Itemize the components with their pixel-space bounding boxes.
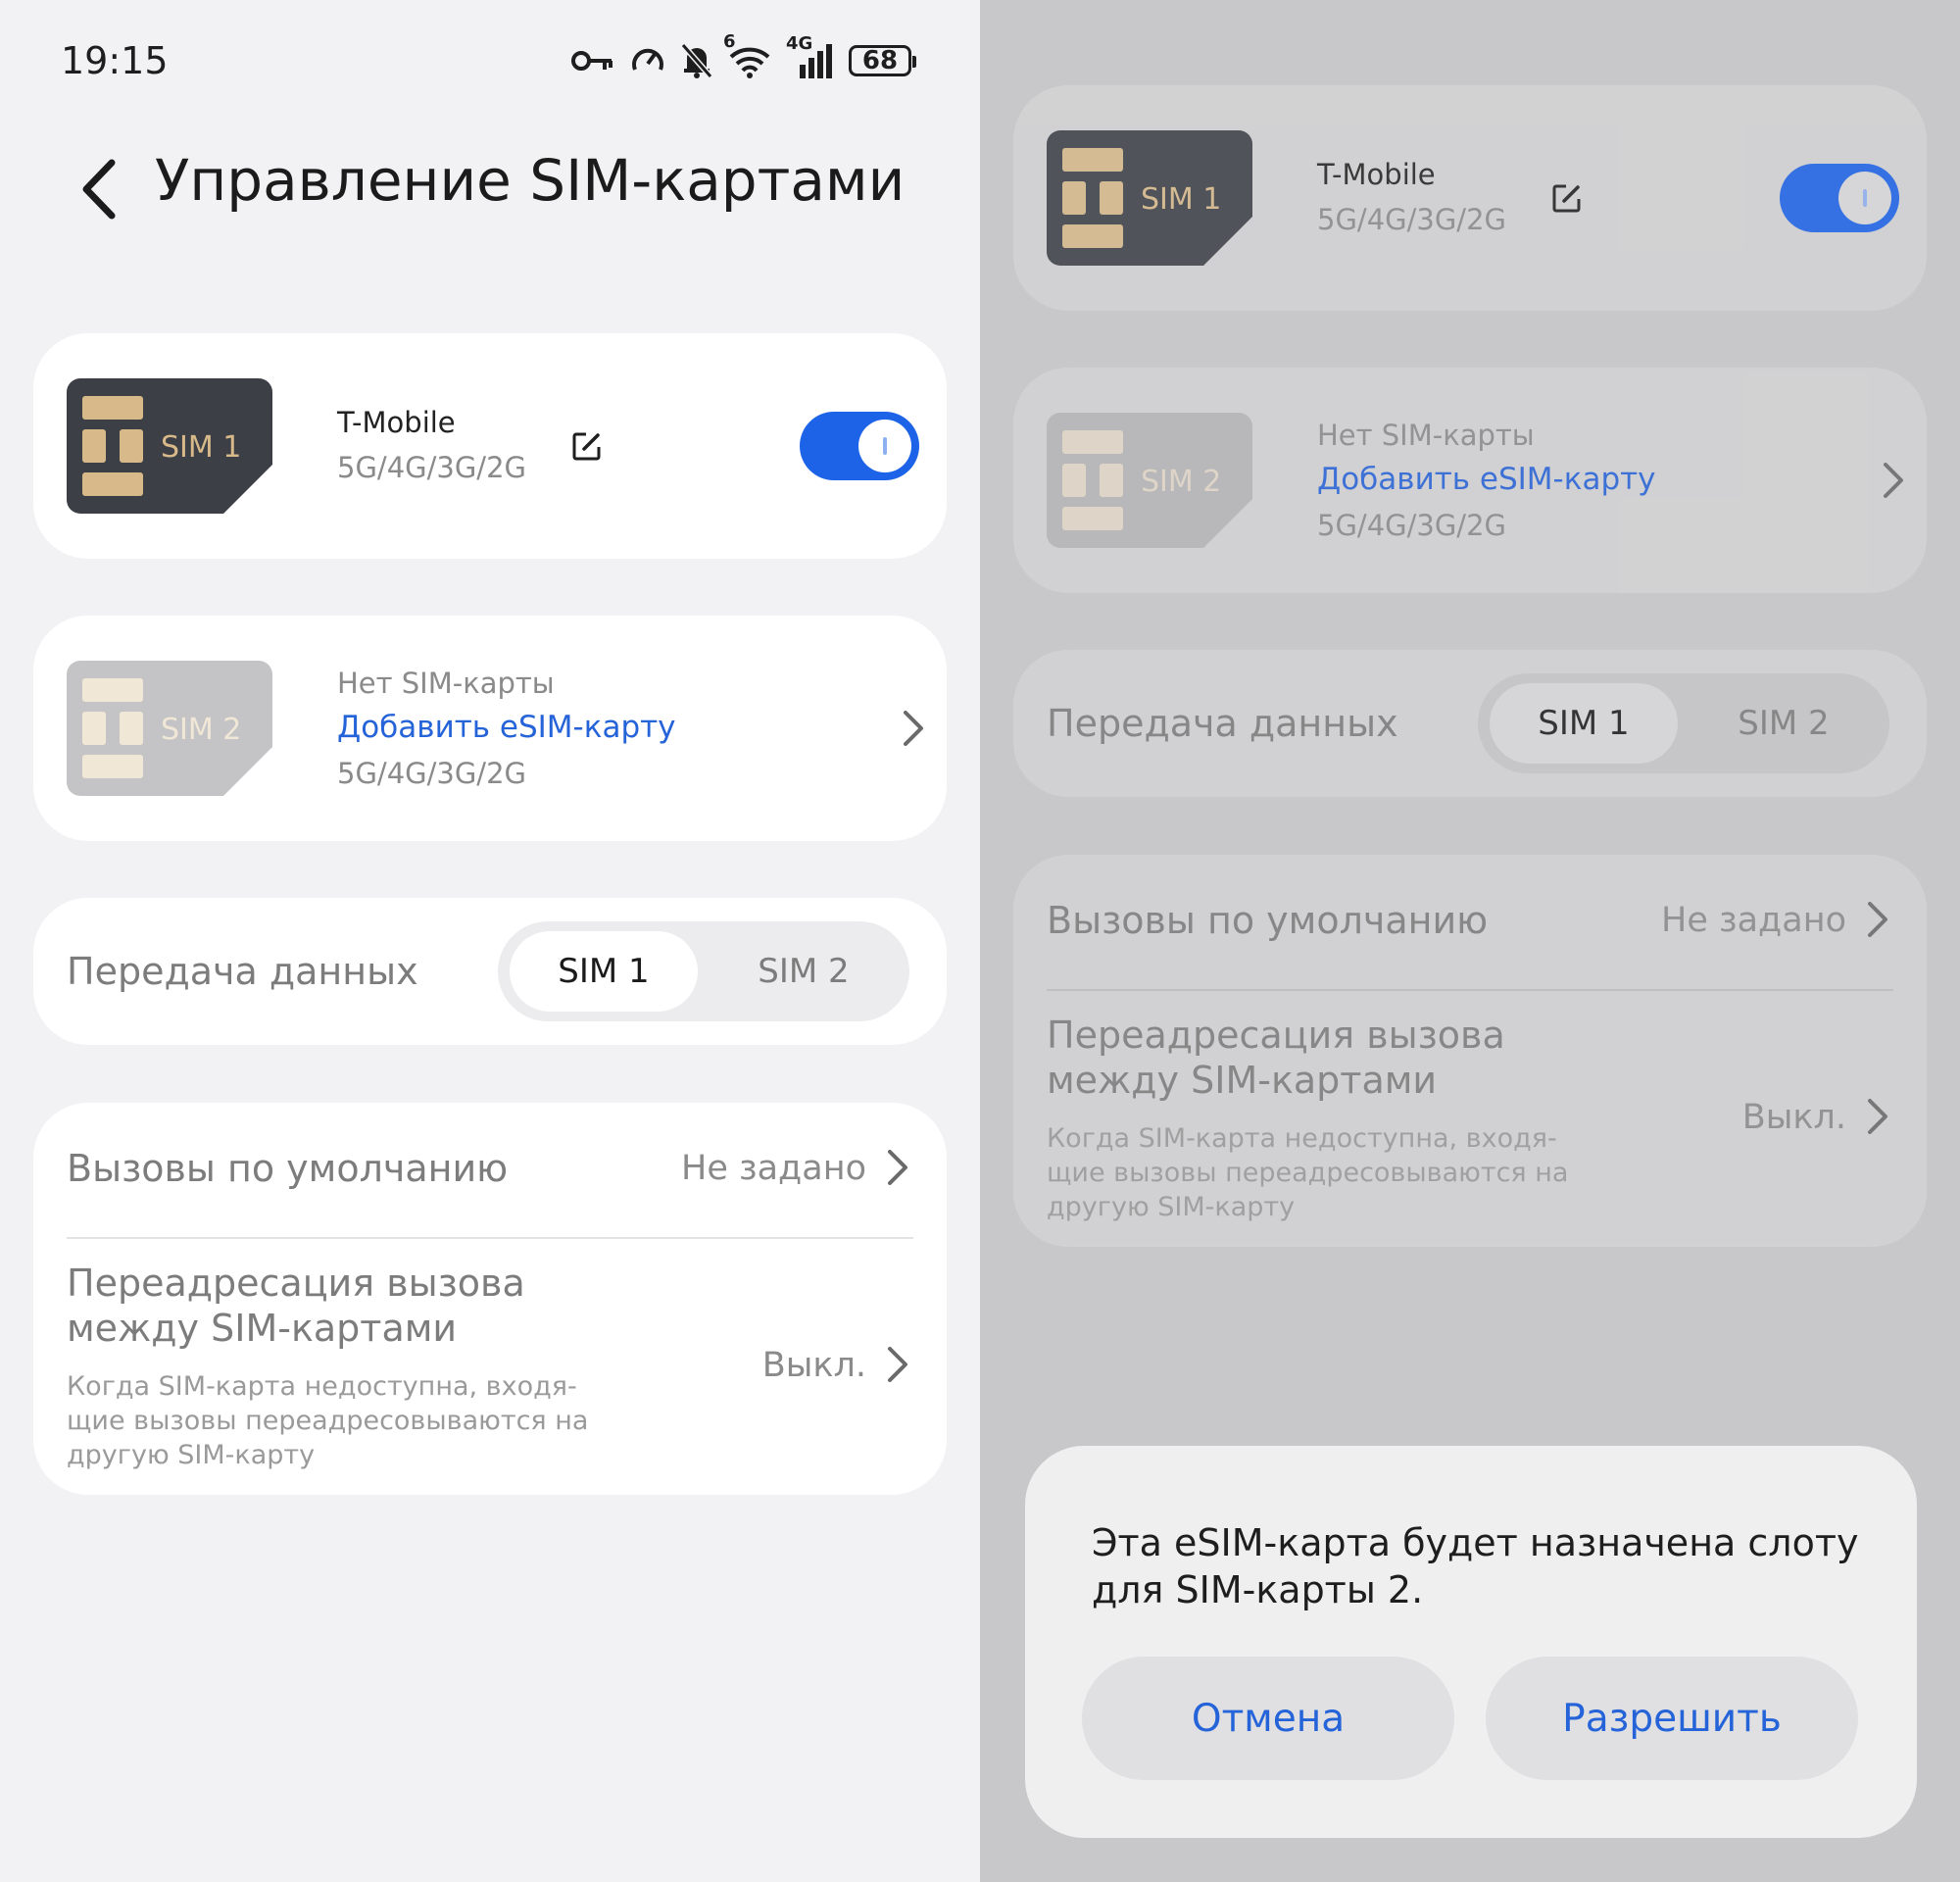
cell-signal-icon: 4G <box>786 33 835 80</box>
data-sim-segmented: SIM 1 SIM 2 <box>1478 673 1889 773</box>
sim2-card: SIM 2 Нет SIM-карты Добавить eSIM-карту … <box>1013 368 1927 593</box>
divider <box>67 1237 913 1239</box>
dialog-message-line-2: для SIM-карты 2. <box>1092 1568 1424 1611</box>
bell-off-icon <box>680 43 713 78</box>
call-forwarding-desc-1: Когда SIM-карта недоступна, входя- <box>1047 1123 1557 1154</box>
screen-content: 19:15 6 4G 68 Управление SIM-картами SIM… <box>0 0 980 1882</box>
cancel-button[interactable]: Отмена <box>1082 1657 1454 1780</box>
chevron-right-icon <box>1884 463 1903 498</box>
sim2-networks: 5G/4G/3G/2G <box>337 757 527 790</box>
sim2-chip: SIM 2 <box>1047 413 1252 548</box>
chevron-right-icon <box>1868 1099 1887 1134</box>
sim1-card: SIM 1 T-Mobile 5G/4G/3G/2G <box>1013 85 1927 311</box>
call-forwarding-desc-3: другую SIM-карту <box>67 1440 316 1470</box>
sim-management-dialog-screen: SIM 1 T-Mobile 5G/4G/3G/2G SIM 2 Нет SIM… <box>980 0 1960 1882</box>
default-calls-label: Вызовы по умолчанию <box>67 1147 509 1190</box>
wifi-icon: 6 <box>723 31 772 80</box>
default-calls-value: Не задано <box>681 1149 866 1188</box>
data-transfer-label: Передача данных <box>67 950 418 993</box>
sim1-toggle <box>1780 164 1899 232</box>
sim2-networks: 5G/4G/3G/2G <box>1317 509 1507 542</box>
dialog-message: Эта eSIM-карта будет назначена слоту для… <box>1092 1519 1866 1613</box>
call-forwarding-desc-2: щие вызовы переадресовываются на <box>67 1406 589 1436</box>
back-arrow-icon[interactable] <box>74 155 123 223</box>
sim1-carrier: T-Mobile <box>1317 158 1436 191</box>
sim2-status: Нет SIM-карты <box>337 667 555 700</box>
key-icon <box>571 51 612 71</box>
call-forwarding-value: Выкл. <box>761 1346 866 1385</box>
data-sim1-option: SIM 1 <box>1490 683 1678 764</box>
sim1-chip: SIM 1 <box>67 378 272 514</box>
page-title: Управление SIM-картами <box>155 147 906 214</box>
toggle-knob <box>858 420 911 472</box>
call-forwarding-title-2: между SIM-картами <box>67 1307 458 1350</box>
data-sim2-option: SIM 2 <box>1738 704 1830 743</box>
screen-content-scrolled: SIM 1 T-Mobile 5G/4G/3G/2G SIM 2 Нет SIM… <box>980 0 1960 1634</box>
call-forwarding-title-1: Переадресация вызова <box>1047 1014 1505 1057</box>
call-forwarding-title-1: Переадресация вызова <box>67 1262 525 1305</box>
call-forwarding-value: Выкл. <box>1741 1098 1846 1137</box>
call-forwarding-desc-2: щие вызовы переадресовываются на <box>1047 1158 1569 1188</box>
call-forwarding-desc-1: Когда SIM-карта недоступна, входя- <box>67 1371 577 1402</box>
sim1-networks: 5G/4G/3G/2G <box>337 451 527 484</box>
sim1-networks: 5G/4G/3G/2G <box>1317 203 1507 236</box>
chevron-right-icon <box>904 711 923 746</box>
chevron-right-icon <box>888 1150 907 1185</box>
data-transfer-label: Передача данных <box>1047 702 1398 745</box>
status-icons: 6 4G 68 <box>570 31 916 82</box>
toggle-knob <box>1838 172 1891 224</box>
calls-card: Вызовы по умолчанию Не задано Переадреса… <box>1013 855 1927 1247</box>
wifi-gen-label: 6 <box>723 31 736 52</box>
dialog-message-line-1: Эта eSIM-карта будет назначена слоту <box>1092 1521 1859 1564</box>
sim2-chip: SIM 2 <box>67 661 272 796</box>
esim-slot-dialog: Эта eSIM-карта будет назначена слоту для… <box>1025 1446 1917 1838</box>
data-transfer-card: Передача данных SIM 1 SIM 2 <box>33 898 947 1045</box>
sim2-card[interactable]: SIM 2 Нет SIM-карты Добавить eSIM-карту … <box>33 616 947 841</box>
sim1-toggle[interactable] <box>800 412 919 480</box>
sim2-status: Нет SIM-карты <box>1317 419 1535 452</box>
call-forwarding-title-2: между SIM-картами <box>1047 1059 1438 1102</box>
status-time: 19:15 <box>61 39 169 82</box>
chevron-right-icon <box>888 1347 907 1382</box>
default-calls-label: Вызовы по умолчанию <box>1047 899 1489 942</box>
data-sim1-option[interactable]: SIM 1 <box>510 931 698 1012</box>
speed-icon <box>632 48 663 71</box>
sim1-chip-label: SIM 1 <box>161 430 241 465</box>
add-esim-link: Добавить eSIM-карту <box>1317 462 1656 497</box>
sim1-chip-label: SIM 1 <box>1141 182 1221 217</box>
sim2-chip-label: SIM 2 <box>161 713 241 747</box>
sim-management-screen: 19:15 6 4G 68 Управление SIM-картами SIM… <box>0 0 980 1882</box>
sim1-card[interactable]: SIM 1 T-Mobile 5G/4G/3G/2G <box>33 333 947 559</box>
chevron-right-icon <box>1868 902 1887 937</box>
calls-card: Вызовы по умолчанию Не задано Переадреса… <box>33 1103 947 1495</box>
network-gen-label: 4G <box>786 33 813 54</box>
sim1-chip: SIM 1 <box>1047 130 1252 266</box>
data-sim-segmented: SIM 1 SIM 2 <box>498 921 909 1021</box>
sim1-carrier: T-Mobile <box>337 406 456 439</box>
add-esim-link[interactable]: Добавить eSIM-карту <box>337 710 676 745</box>
battery-icon: 68 <box>849 45 916 76</box>
call-forwarding-desc-3: другую SIM-карту <box>1047 1192 1296 1222</box>
data-sim2-option[interactable]: SIM 2 <box>710 931 898 1012</box>
edit-icon <box>1552 184 1581 213</box>
divider <box>1047 989 1893 991</box>
edit-icon[interactable] <box>570 429 604 463</box>
data-transfer-card: Передача данных SIM 1 SIM 2 <box>1013 650 1927 797</box>
sim2-chip-label: SIM 2 <box>1141 465 1221 499</box>
default-calls-value: Не задано <box>1661 901 1846 940</box>
allow-button[interactable]: Разрешить <box>1486 1657 1858 1780</box>
